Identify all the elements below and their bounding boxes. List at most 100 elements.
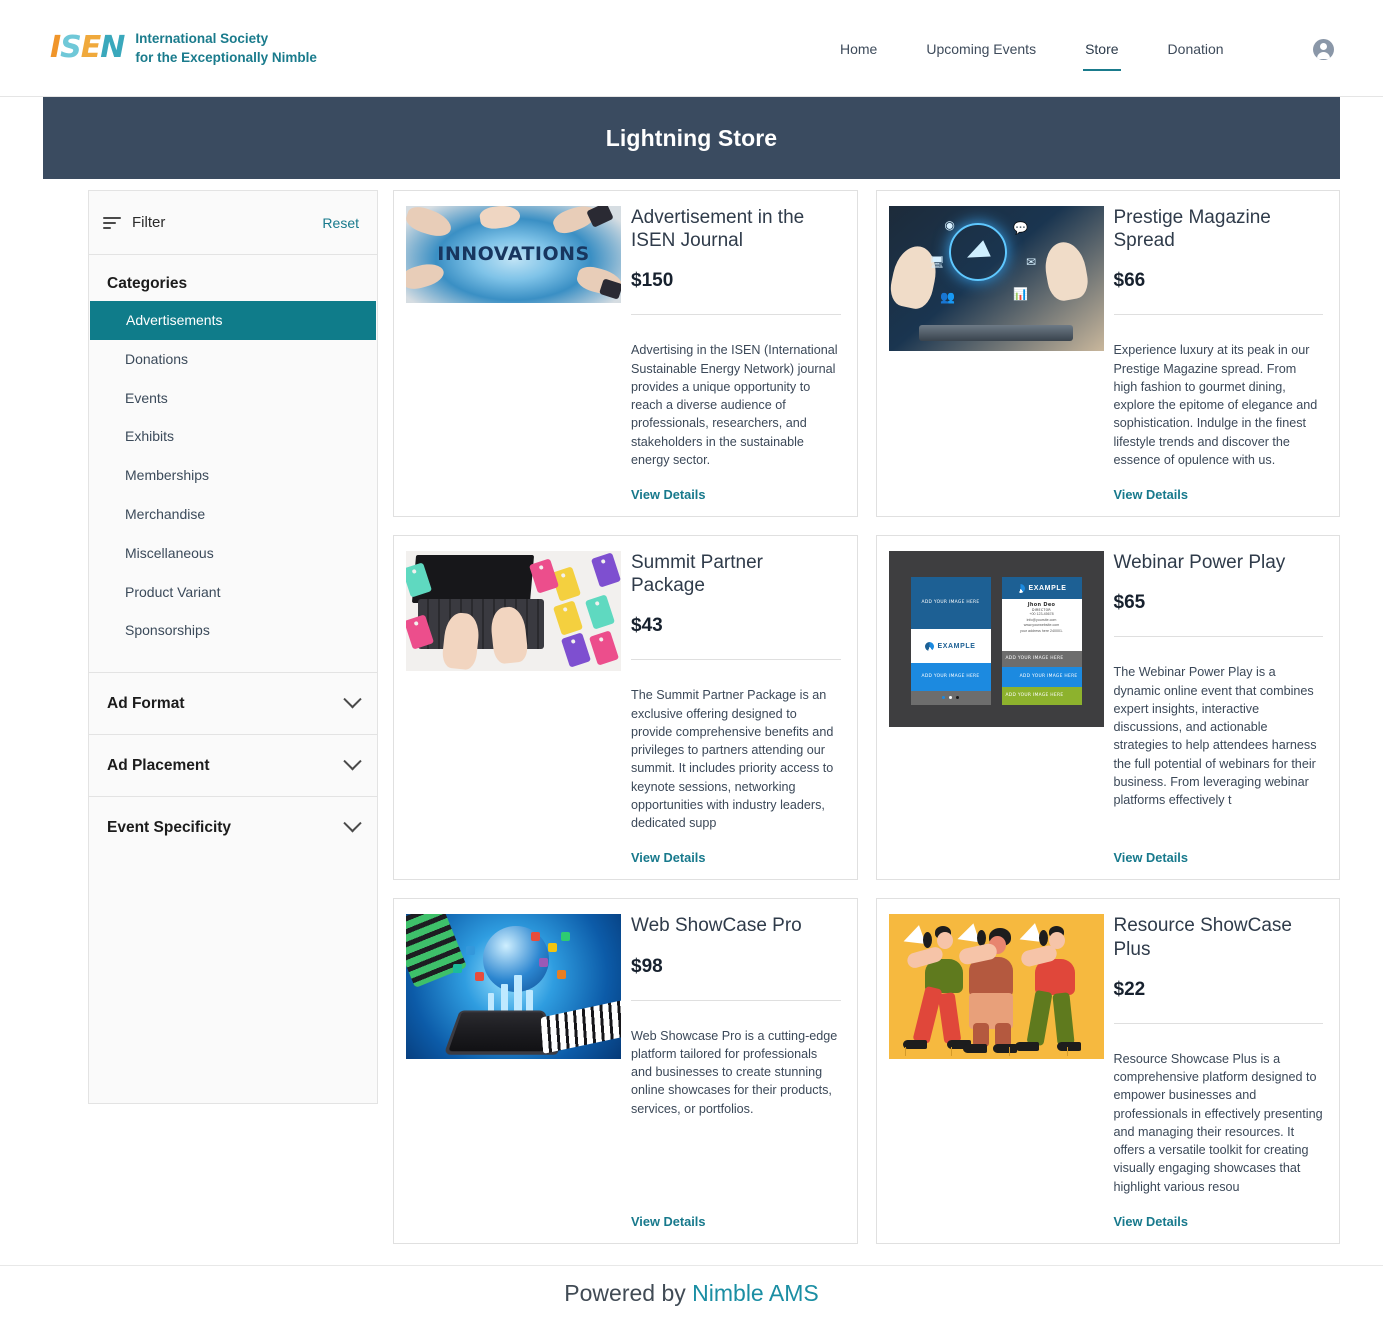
accordion-ad-placement-label: Ad Placement: [107, 756, 210, 774]
category-item-sponsorships[interactable]: Sponsorships: [89, 611, 377, 650]
leg-shape: [1025, 990, 1053, 1047]
product-media: INNOVATIONS: [406, 206, 621, 502]
product-card-web-showcase-pro[interactable]: Web ShowCase Pro $98 Web Showcase Pro is…: [393, 898, 858, 1244]
user-avatar-icon[interactable]: [1313, 39, 1334, 60]
hand-shape: [478, 206, 522, 231]
view-details-link[interactable]: View Details: [631, 487, 841, 502]
logo-letter-s: S: [60, 30, 82, 65]
product-price: $22: [1113, 978, 1146, 1000]
building-shape: [513, 975, 522, 1016]
megaphone-people-illustration-image: [888, 914, 1104, 1060]
logo-letter-e: E: [80, 30, 101, 65]
brochure-placeholder-label: ADD YOUR IMAGE HERE: [1019, 674, 1078, 680]
category-item-exhibits[interactable]: Exhibits: [89, 417, 377, 456]
mail-icon: ✉: [1026, 255, 1037, 270]
product-card-advertisement-in-the-isen-journal[interactable]: INNOVATIONS Advertisement in the ISEN Jo…: [393, 190, 858, 518]
category-item-donations[interactable]: Donations: [89, 340, 377, 379]
product-details: Prestige Magazine Spread $66 Experience …: [1113, 206, 1328, 502]
category-item-product-variant[interactable]: Product Variant: [89, 573, 377, 612]
product-price: $65: [1113, 592, 1146, 614]
product-card-resource-showcase-plus[interactable]: Resource ShowCase Plus $22 Resource Show…: [875, 898, 1340, 1244]
brochure-left-shape: ADD YOUR IMAGE HERE EXAMPLE ADD YOUR IMA…: [910, 577, 991, 706]
filter-label: Filter: [132, 214, 166, 231]
nav-item-donation[interactable]: Donation: [1166, 33, 1226, 65]
app-icon: [539, 957, 549, 967]
app-icon: [560, 931, 570, 941]
innovations-caption: INNOVATIONS: [437, 242, 590, 265]
category-item-events[interactable]: Events: [89, 379, 377, 418]
category-item-miscellaneous[interactable]: Miscellaneous: [89, 534, 377, 573]
category-item-memberships[interactable]: Memberships: [89, 456, 377, 495]
chat-icon: 💬: [1013, 220, 1029, 235]
product-details: Advertisement in the ISEN Journal $150 A…: [631, 206, 845, 502]
price-tag-shape: [552, 600, 584, 636]
main-content-area: Filter Reset Categories Advertisements D…: [0, 179, 1383, 1244]
product-card-summit-partner-package[interactable]: Summit Partner Package $43 The Summit Pa…: [393, 535, 858, 881]
product-price: $66: [1113, 270, 1146, 292]
view-details-link[interactable]: View Details: [1114, 850, 1324, 865]
price-tag-shape: [528, 558, 560, 594]
shoe-shape: [1056, 1042, 1081, 1052]
nav-item-store[interactable]: Store: [1083, 33, 1122, 71]
film-strip-shape: [406, 914, 468, 989]
brand-tagline: International Society for the Exceptiona…: [135, 29, 317, 67]
product-card-webinar-power-play[interactable]: ADD YOUR IMAGE HERE EXAMPLE ADD YOUR IMA…: [875, 535, 1340, 881]
divider: [631, 659, 841, 661]
logo-letter-n: N: [100, 30, 125, 65]
product-card-prestige-magazine-spread[interactable]: ◉ 💬 ✉ 🖥 📊 👥 Prestige Magazine Spread $66…: [875, 190, 1340, 518]
brochure-brand-row: EXAMPLE: [925, 641, 975, 651]
brand-logo[interactable]: ISEN International Society for the Excep…: [50, 29, 317, 67]
product-media: [406, 551, 621, 865]
product-description: Web Showcase Pro is a cutting-edge platf…: [631, 1028, 838, 1116]
accordion-ad-format[interactable]: Ad Format: [89, 672, 377, 734]
powered-by-prefix: Powered by: [564, 1279, 693, 1306]
view-details-link[interactable]: View Details: [1114, 1214, 1324, 1229]
divider: [631, 999, 841, 1001]
hand-shape: [888, 242, 941, 312]
reset-filters-link[interactable]: Reset: [322, 215, 359, 231]
category-item-advertisements[interactable]: Advertisements: [90, 301, 376, 340]
filter-lines-icon: [103, 216, 121, 230]
app-icon: [474, 972, 484, 982]
product-details: Webinar Power Play $65 The Webinar Power…: [1113, 551, 1328, 865]
accordion-event-specificity-label: Event Specificity: [107, 818, 232, 836]
nav-item-home[interactable]: Home: [838, 33, 879, 65]
categories-heading: Categories: [107, 275, 188, 292]
monitor-icon: 🖥: [929, 255, 945, 270]
nav-item-upcoming-events[interactable]: Upcoming Events: [924, 33, 1038, 65]
product-description: Advertising in the ISEN (International S…: [631, 343, 838, 467]
brochure-footer-strip: [910, 691, 991, 706]
product-details: Resource ShowCase Plus $22 Resource Show…: [1113, 914, 1328, 1229]
logo-letter-i: I: [50, 30, 61, 65]
page-banner: Lightning Store: [43, 97, 1340, 179]
category-item-merchandise[interactable]: Merchandise: [89, 495, 377, 534]
isen-logo-mark: ISEN: [50, 30, 125, 65]
filter-sidebar: Filter Reset Categories Advertisements D…: [88, 190, 378, 1104]
view-details-link[interactable]: View Details: [631, 850, 841, 865]
chevron-down-icon: [343, 752, 362, 771]
brochure-contact-info: +00 123-45678 info@yoursite.com www.your…: [1020, 612, 1063, 633]
app-icon: [453, 963, 463, 973]
product-price: $150: [631, 270, 674, 292]
shoe-shape: [1014, 1042, 1039, 1052]
avatar-head-shape: [1320, 43, 1327, 50]
product-grid: INNOVATIONS Advertisement in the ISEN Jo…: [393, 190, 1340, 1244]
brochure-placeholder-label: ADD YOUR IMAGE HERE: [1005, 693, 1064, 699]
nimble-ams-brand[interactable]: Nimble AMS: [692, 1280, 819, 1306]
laptop-screen-shape: [411, 555, 535, 604]
hand-shape: [406, 206, 455, 241]
accordion-ad-format-label: Ad Format: [107, 694, 185, 712]
view-details-link[interactable]: View Details: [631, 1214, 841, 1229]
brochure-brand-label: EXAMPLE: [1028, 584, 1067, 592]
accordion-event-specificity[interactable]: Event Specificity: [89, 796, 377, 858]
brochure-right-shape: EXAMPLE Jhon Deo DIRECTOR +00 123-45678 …: [1001, 577, 1082, 706]
megaphone-handle: [1038, 930, 1048, 947]
brand-swirl-icon: [1016, 583, 1026, 593]
page-title: Lightning Store: [605, 124, 778, 151]
brand-swirl-icon: [925, 641, 935, 651]
accordion-ad-placement[interactable]: Ad Placement: [89, 734, 377, 796]
view-details-link[interactable]: View Details: [1114, 487, 1324, 502]
brochure-placeholder-label: ADD YOUR IMAGE HERE: [1005, 656, 1064, 662]
app-icon: [556, 969, 566, 979]
piano-keys-shape: [540, 1000, 621, 1055]
